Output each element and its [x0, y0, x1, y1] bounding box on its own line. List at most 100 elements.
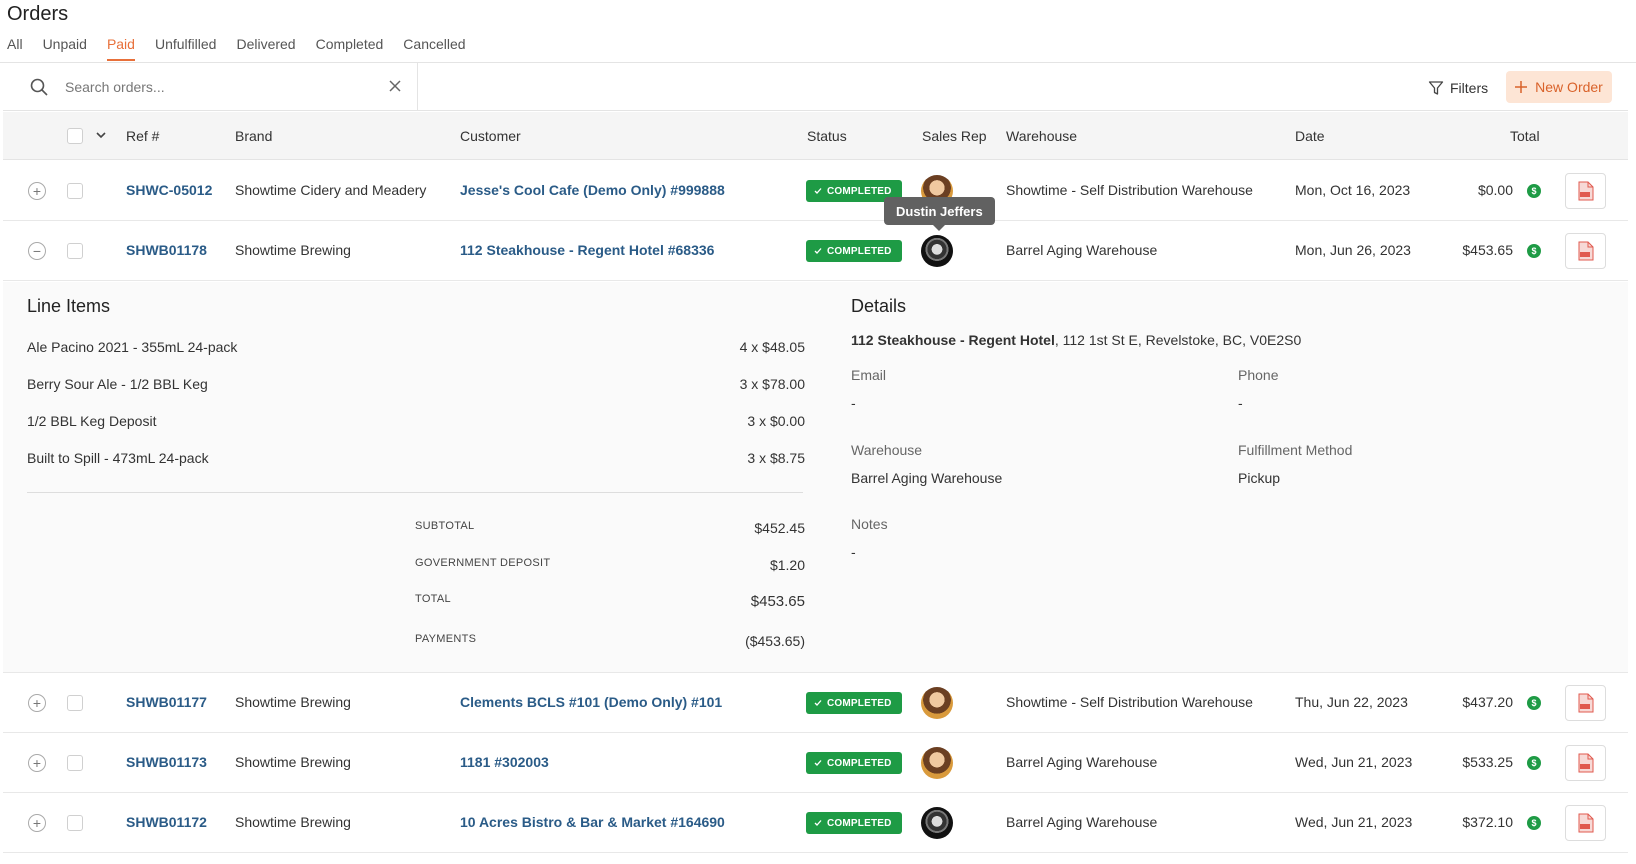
header-status[interactable]: Status [807, 128, 847, 144]
table-row[interactable]: + SHWB01173 Showtime Brewing 1181 #30200… [3, 733, 1628, 793]
table-row[interactable]: + SHWB01172 Showtime Brewing 10 Acres Bi… [3, 793, 1628, 853]
table-row[interactable]: − SHWB01178 Showtime Brewing 112 Steakho… [3, 221, 1628, 281]
warehouse-cell: Barrel Aging Warehouse [1006, 814, 1158, 830]
status-text: COMPLETED [827, 245, 892, 257]
expand-row-button[interactable]: + [28, 754, 46, 772]
header-ref[interactable]: Ref # [126, 128, 159, 144]
expand-row-button[interactable]: + [28, 182, 46, 200]
order-ref-link[interactable]: SHWB01177 [126, 694, 207, 710]
header-sales-rep[interactable]: Sales Rep [922, 128, 987, 144]
check-icon [814, 188, 822, 194]
tab-all[interactable]: All [7, 35, 23, 62]
pdf-button[interactable] [1565, 805, 1606, 841]
avatar[interactable] [921, 235, 953, 267]
details-title: Details [851, 296, 907, 316]
customer-address: 112 Steakhouse - Regent Hotel, 112 1st S… [851, 332, 1301, 348]
close-icon[interactable] [388, 79, 402, 93]
table-header: Ref # Brand Customer Status Sales Rep Wa… [3, 112, 1628, 160]
tab-completed[interactable]: Completed [316, 35, 384, 62]
avatar[interactable] [921, 747, 953, 779]
notes-label: Notes [851, 516, 888, 532]
pdf-file-icon [1578, 181, 1593, 201]
header-warehouse[interactable]: Warehouse [1006, 128, 1077, 144]
pdf-file-icon [1578, 693, 1593, 713]
dollar-icon: $ [1527, 696, 1541, 710]
tab-unpaid[interactable]: Unpaid [43, 35, 87, 62]
search-input[interactable] [65, 75, 365, 99]
status-badge: COMPLETED [806, 240, 902, 262]
warehouse-label: Warehouse [851, 442, 923, 458]
total-cell: $372.10 [1462, 814, 1513, 830]
warehouse-cell: Showtime - Self Distribution Warehouse [1006, 182, 1253, 198]
orders-toolbar: Filters New Order [3, 63, 1628, 111]
row-checkbox[interactable] [67, 815, 83, 831]
row-checkbox[interactable] [67, 695, 83, 711]
chevron-down-icon[interactable] [95, 129, 107, 141]
expand-row-button[interactable]: + [28, 694, 46, 712]
avatar[interactable] [921, 687, 953, 719]
status-text: COMPLETED [827, 817, 892, 829]
new-order-button[interactable]: New Order [1506, 71, 1612, 103]
pdf-button[interactable] [1565, 233, 1606, 269]
warehouse-cell: Showtime - Self Distribution Warehouse [1006, 694, 1253, 710]
pdf-button[interactable] [1565, 685, 1606, 721]
line-item-name: Built to Spill - 473mL 24-pack [27, 450, 209, 466]
sales-rep-tooltip: Dustin Jeffers [884, 197, 995, 231]
avatar[interactable] [921, 807, 953, 839]
notes-value: - [851, 544, 856, 560]
order-ref-link[interactable]: SHWB01178 [126, 242, 207, 258]
order-ref-link[interactable]: SHWB01173 [126, 754, 207, 770]
customer-link[interactable]: 10 Acres Bistro & Bar & Market #164690 [460, 814, 725, 830]
new-order-label: New Order [1535, 79, 1603, 95]
order-ref-link[interactable]: SHWB01172 [126, 814, 207, 830]
dollar-icon: $ [1527, 244, 1541, 258]
customer-link[interactable]: Clements BCLS #101 (Demo Only) #101 [460, 694, 722, 710]
filters-button[interactable]: Filters [1428, 73, 1488, 103]
select-all-checkbox[interactable] [67, 128, 83, 144]
row-checkbox[interactable] [67, 183, 83, 199]
check-icon [814, 820, 822, 826]
table-row[interactable]: + SHWC-05012 Showtime Cidery and Meadery… [3, 161, 1628, 221]
total-cell: $0.00 [1477, 182, 1513, 198]
row-checkbox[interactable] [67, 755, 83, 771]
order-ref-link[interactable]: SHWC-05012 [126, 182, 212, 198]
pdf-button[interactable] [1565, 745, 1606, 781]
table-row[interactable]: + SHWB01177 Showtime Brewing Clements BC… [3, 673, 1628, 733]
order-detail-panel: Line Items Ale Pacino 2021 - 355mL 24-pa… [3, 282, 1628, 673]
date-cell: Mon, Jun 26, 2023 [1295, 242, 1411, 258]
date-cell: Wed, Jun 21, 2023 [1295, 754, 1413, 770]
customer-link[interactable]: 112 Steakhouse - Regent Hotel #68336 [460, 242, 714, 258]
line-items-title: Line Items [27, 296, 111, 316]
row-checkbox[interactable] [67, 243, 83, 259]
tab-cancelled[interactable]: Cancelled [403, 35, 465, 62]
line-item-name: Berry Sour Ale - 1/2 BBL Keg [27, 376, 208, 392]
tab-delivered[interactable]: Delivered [236, 35, 295, 62]
tab-unfulfilled[interactable]: Unfulfilled [155, 35, 216, 62]
check-icon [814, 700, 822, 706]
date-cell: Mon, Oct 16, 2023 [1295, 182, 1411, 198]
collapse-row-button[interactable]: − [28, 242, 46, 260]
plus-icon [1515, 81, 1528, 93]
expand-row-button[interactable]: + [28, 814, 46, 832]
header-total[interactable]: Total [1510, 128, 1540, 144]
tab-paid[interactable]: Paid [106, 35, 135, 62]
line-item-name: 1/2 BBL Keg Deposit [27, 413, 157, 429]
warehouse-value: Barrel Aging Warehouse [851, 470, 1003, 486]
brand-cell: Showtime Brewing [235, 754, 351, 770]
header-date[interactable]: Date [1295, 128, 1325, 144]
fulfillment-value: Pickup [1238, 470, 1281, 486]
customer-link[interactable]: Jesse's Cool Cafe (Demo Only) #999888 [460, 182, 725, 198]
customer-link[interactable]: 1181 #302003 [460, 754, 549, 770]
header-brand[interactable]: Brand [235, 128, 272, 144]
total-cell: $533.25 [1462, 754, 1513, 770]
line-item-qty: 3 x $8.75 [747, 450, 805, 466]
pdf-button[interactable] [1565, 173, 1606, 209]
filters-label: Filters [1450, 80, 1489, 96]
line-item-name: Ale Pacino 2021 - 355mL 24-pack [27, 339, 238, 355]
dollar-icon: $ [1527, 756, 1541, 770]
subtotal-value: $452.45 [754, 520, 805, 536]
fulfillment-label: Fulfillment Method [1238, 442, 1353, 458]
brand-cell: Showtime Brewing [235, 242, 351, 258]
header-customer[interactable]: Customer [460, 128, 521, 144]
customer-name: 112 Steakhouse - Regent Hotel [851, 332, 1055, 348]
